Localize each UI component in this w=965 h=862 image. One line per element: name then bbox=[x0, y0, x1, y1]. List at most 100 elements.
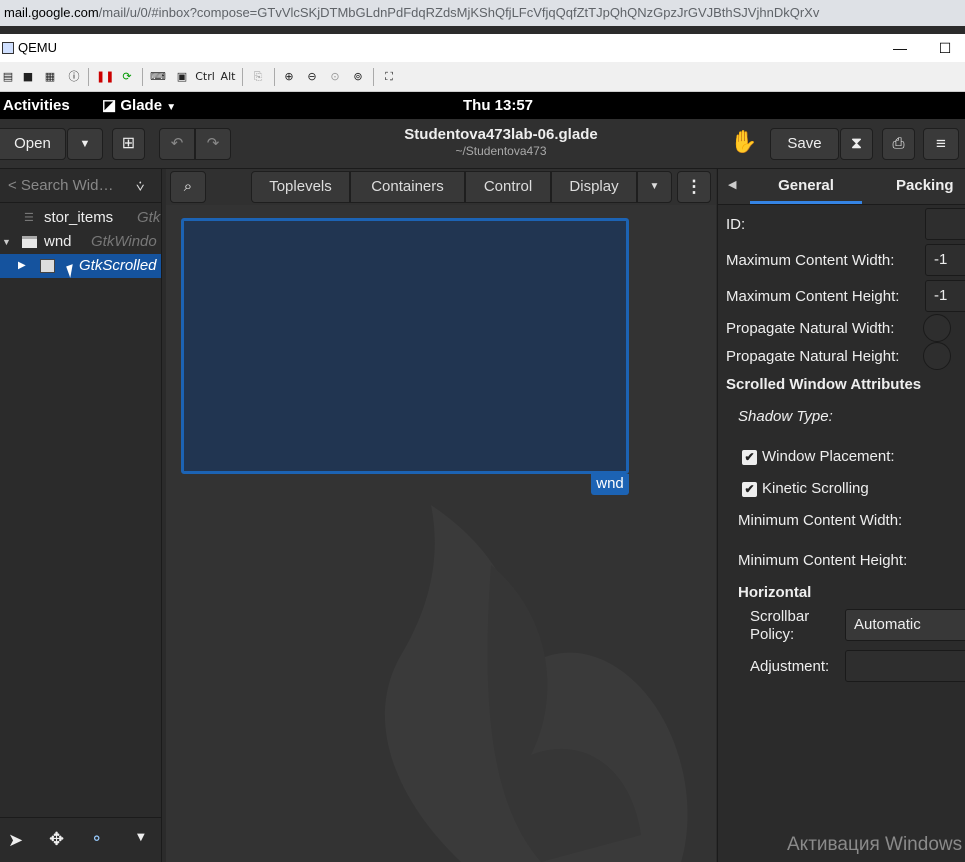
preview-button[interactable]: ⎙ bbox=[882, 128, 915, 160]
propagate-natural-width-label: Propagate Natural Width: bbox=[726, 320, 895, 337]
save-as-button[interactable]: ⧗ bbox=[840, 128, 873, 160]
undo-button[interactable]: ↶ bbox=[159, 128, 195, 160]
chevron-down-icon: ▼ bbox=[649, 181, 660, 192]
clock[interactable]: Thu 13:57 bbox=[463, 92, 533, 119]
zoom-in-icon[interactable]: ⊕ bbox=[281, 69, 297, 85]
adjustment-input[interactable] bbox=[845, 650, 965, 682]
chevron-left-icon[interactable]: ◀ bbox=[728, 178, 736, 191]
palette-toolbar: ⌕ Toplevels Containers Control Display ▼… bbox=[166, 169, 716, 205]
propagate-natural-height-toggle[interactable] bbox=[923, 342, 951, 370]
zoom-reset-icon[interactable]: ⊚ bbox=[350, 69, 366, 85]
palette-options-button[interactable]: ⋮ bbox=[677, 171, 711, 203]
project-tree-panel: < Search Wid… ⩒ ☰ stor_items Gtk ▼ wnd G… bbox=[0, 169, 162, 862]
tab-packing[interactable]: Packing bbox=[896, 169, 954, 204]
tab-display[interactable]: Display bbox=[551, 171, 637, 203]
save-button[interactable]: Save bbox=[770, 128, 839, 160]
tree-item-name: stor_items bbox=[44, 209, 114, 226]
maximize-button[interactable]: ☐ bbox=[925, 34, 965, 62]
max-content-height-input[interactable]: -1 bbox=[925, 280, 965, 312]
min-content-width-label: Minimum Content Width: bbox=[738, 512, 903, 529]
window-preview-wnd[interactable] bbox=[181, 218, 629, 474]
open-recent-dropdown[interactable]: ▼ bbox=[67, 128, 103, 160]
selector-pointer-icon[interactable]: ➤ bbox=[8, 830, 23, 851]
search-icon: ⌕ bbox=[183, 178, 193, 195]
minimize-button[interactable]: — bbox=[880, 34, 920, 62]
scrollbar-policy-label-line2: Policy: bbox=[750, 626, 795, 643]
fullscreen-icon[interactable]: ⛶ bbox=[381, 69, 397, 85]
window-placement-checkbox[interactable]: ✔ bbox=[742, 450, 757, 465]
glade-app-icon: ◪ bbox=[102, 97, 117, 114]
glade-watermark-logo bbox=[384, 505, 688, 862]
propagate-natural-width-toggle[interactable] bbox=[923, 314, 951, 342]
tab-containers[interactable]: Containers bbox=[350, 171, 465, 203]
new-document-icon: ⊞ bbox=[121, 135, 136, 152]
property-editor: ◀ General Packing ID: Maximum Content Wi… bbox=[717, 169, 965, 862]
design-canvas[interactable]: wnd bbox=[166, 205, 716, 862]
open-button[interactable]: Open bbox=[0, 128, 66, 160]
kinetic-scrolling-label: Kinetic Scrolling bbox=[762, 480, 869, 497]
scrollbar-policy-select[interactable]: Automatic bbox=[845, 609, 965, 641]
chevron-down-icon[interactable]: ⩒ bbox=[136, 169, 145, 203]
tab-control[interactable]: Control bbox=[465, 171, 551, 203]
chevron-down-icon[interactable]: ▼ bbox=[137, 832, 145, 843]
search-palette-button[interactable]: ⌕ bbox=[170, 171, 206, 203]
copy-icon[interactable]: ⎘ bbox=[250, 69, 266, 85]
project-title: Studentova473lab-06.glade bbox=[404, 126, 598, 143]
zoom-out-icon[interactable]: ⊖ bbox=[304, 69, 320, 85]
toolbar-separator bbox=[373, 68, 374, 86]
windows-activation-watermark: Активация Windows bbox=[787, 834, 963, 855]
tab-general[interactable]: General bbox=[750, 169, 862, 204]
toolbar-separator bbox=[88, 68, 89, 86]
qemu-titlebar: QEMU — ☐ bbox=[0, 34, 965, 62]
redo-button[interactable]: ↷ bbox=[195, 128, 231, 160]
glade-headerbar: Open ▼ ⊞ ↶ ↷ Studentova473lab-06.glade ~… bbox=[0, 119, 965, 169]
zoom-fit-icon[interactable]: ⊙ bbox=[327, 69, 343, 85]
expander-open-icon[interactable]: ▼ bbox=[2, 230, 11, 254]
new-project-button[interactable]: ⊞ bbox=[112, 128, 145, 160]
property-tabs: ◀ General Packing bbox=[718, 169, 965, 205]
tree-row-stor-items[interactable]: ☰ stor_items Gtk bbox=[0, 206, 161, 230]
toolbar-separator bbox=[142, 68, 143, 86]
adjustment-label: Adjustment: bbox=[750, 658, 830, 675]
qemu-info-icon[interactable]: ⓘ bbox=[66, 69, 82, 85]
propagate-natural-height-label: Propagate Natural Height: bbox=[726, 348, 900, 365]
qemu-save-icon[interactable]: ■ bbox=[20, 69, 36, 85]
tree-item-type: Gtk bbox=[137, 209, 161, 226]
qemu-clipboard-icon[interactable]: ▦ bbox=[42, 69, 58, 85]
shadow-type-label: Shadow Type: bbox=[738, 408, 833, 425]
max-content-width-input[interactable]: -1 bbox=[925, 244, 965, 276]
alt-key-button[interactable]: Alt bbox=[219, 69, 237, 85]
expander-closed-icon[interactable]: ▶ bbox=[18, 254, 26, 278]
palette-more-dropdown[interactable]: ▼ bbox=[637, 171, 672, 203]
project-path: ~/Studentova473 bbox=[455, 144, 547, 158]
drag-resize-icon[interactable]: ✥ bbox=[49, 829, 64, 850]
id-input[interactable] bbox=[925, 208, 965, 240]
tree-row-gtkscrolledwindow[interactable]: ▶ GtkScrolled bbox=[0, 254, 161, 278]
tree-item-type: GtkScrolled bbox=[79, 257, 157, 274]
usb-icon[interactable]: ▣ bbox=[174, 69, 190, 85]
app-menu[interactable]: ◪ Glade ▼ bbox=[102, 92, 176, 121]
window-icon bbox=[22, 236, 37, 248]
max-content-height-label: Maximum Content Height: bbox=[726, 288, 900, 305]
qemu-vm-icon[interactable]: ▤ bbox=[0, 69, 16, 85]
undo-icon: ↶ bbox=[170, 135, 184, 152]
hourglass-icon: ⧗ bbox=[850, 135, 863, 152]
chevron-down-icon: ▼ bbox=[79, 138, 91, 150]
scrollbar-policy-label-line1: Scrollbar bbox=[750, 608, 810, 625]
kinetic-scrolling-checkbox[interactable]: ✔ bbox=[742, 482, 757, 497]
widget-search-input[interactable]: < Search Wid… ⩒ bbox=[0, 169, 161, 203]
preview-document-icon: ⎙ bbox=[892, 135, 905, 152]
glade-logo-icon: ✋ bbox=[730, 130, 758, 155]
keyboard-icon[interactable]: ⌨ bbox=[150, 69, 166, 85]
main-menu-button[interactable]: ≡ bbox=[923, 128, 959, 160]
ctrl-key-button[interactable]: Ctrl bbox=[194, 69, 216, 85]
pause-icon[interactable]: ❚❚ bbox=[96, 69, 114, 85]
reset-icon[interactable]: ⟳ bbox=[119, 69, 135, 85]
browser-url-bar[interactable]: mail.google.com/mail/u/0/#inbox?compose=… bbox=[0, 0, 965, 26]
tree-row-wnd[interactable]: ▼ wnd GtkWindo bbox=[0, 230, 161, 254]
activities-button[interactable]: Activities bbox=[3, 92, 70, 119]
margin-edit-icon[interactable]: ⚬ bbox=[90, 829, 103, 848]
qemu-title: QEMU bbox=[18, 40, 57, 55]
url-host: mail.google.com bbox=[4, 5, 99, 20]
tab-toplevels[interactable]: Toplevels bbox=[251, 171, 350, 203]
